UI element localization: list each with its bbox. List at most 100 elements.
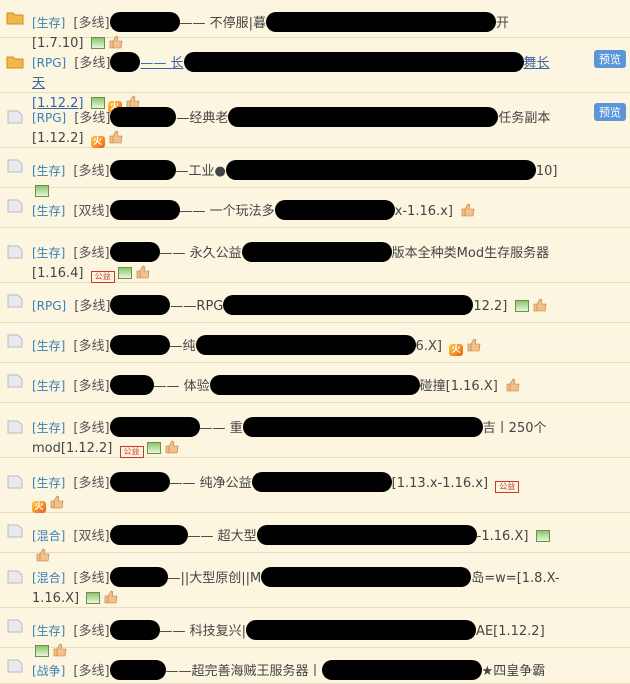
network-tag: [多线] xyxy=(73,664,110,679)
network-tag: [多线] xyxy=(73,246,110,261)
page-icon xyxy=(7,159,23,173)
category-tag[interactable]: [生存] xyxy=(32,204,65,218)
list-item[interactable]: [战争] [多线] ——超完善海贼王服务器丨 ★四皇争霸 xyxy=(0,648,630,684)
category-tag[interactable]: [RPG] xyxy=(32,299,66,313)
server-version[interactable]: 1.16.X] xyxy=(32,591,79,606)
list-item[interactable]: [生存] [多线] —— 永久公益 版本全种类Mod生存服务器 [1.16.4] 公益 xyxy=(0,228,630,283)
server-title-start[interactable]: —— 超大型 xyxy=(188,529,257,544)
redacted-block xyxy=(109,472,170,492)
server-version[interactable]: [1.12.2] xyxy=(32,131,84,146)
list-item[interactable]: [生存] [多线] —— 体验 碰撞[1.16.X] xyxy=(0,363,630,403)
server-title-start[interactable]: —— 长 xyxy=(140,56,183,71)
server-title-end[interactable]: 10] xyxy=(536,164,558,179)
page-icon xyxy=(7,570,23,584)
redacted-block xyxy=(321,660,482,680)
server-title-start[interactable]: —— 永久公益 xyxy=(160,246,242,261)
server-title-end[interactable]: 碰撞[1.16.X] xyxy=(420,379,498,394)
list-item[interactable]: [生存] [多线] —— 重 吉丨250个 mod[1.12.2] 公益 xyxy=(0,403,630,458)
thumbs-up-icon xyxy=(104,590,118,604)
server-title-end[interactable]: 12.2] xyxy=(473,299,507,314)
network-tag: [多线] xyxy=(74,56,111,71)
category-tag[interactable]: [生存] xyxy=(32,339,65,353)
network-tag: [多线] xyxy=(74,111,111,126)
list-item[interactable]: [RPG] [多线] —— 长舞长天 [1.12.2] 火 预览 xyxy=(0,38,630,113)
category-tag[interactable]: [RPG] xyxy=(32,111,66,125)
page-icon xyxy=(7,659,23,673)
list-item[interactable]: [生存] [多线] —— 科技复兴| AE[1.12.2] xyxy=(0,608,630,657)
category-tag[interactable]: [生存] xyxy=(32,421,65,435)
redacted-block xyxy=(225,160,536,180)
list-item[interactable]: [生存] [多线] —— 纯净公益 [1.13.x-1.16.x] 公益 火 xyxy=(0,458,630,513)
redacted-block xyxy=(251,472,392,492)
category-tag[interactable]: [混合] xyxy=(32,529,65,543)
server-title-start[interactable]: ——RPG xyxy=(170,299,223,314)
list-item[interactable]: [混合] [双线] —— 超大型 -1.16.X] xyxy=(0,513,630,562)
server-title-start[interactable]: —纯 xyxy=(170,339,196,354)
server-title-end[interactable]: AE[1.12.2] xyxy=(476,624,545,639)
thumbs-up-icon xyxy=(109,130,122,144)
server-title-end[interactable]: ★四皇争霸 xyxy=(482,664,546,679)
network-tag: [多线] xyxy=(73,476,110,491)
list-item[interactable]: [生存] [多线] —— 不停服|暮 开[1.7.10] xyxy=(0,0,630,51)
list-item[interactable]: [生存] [多线] —纯 6.X] 火 xyxy=(0,323,630,363)
page-icon xyxy=(7,245,23,259)
list-item[interactable]: [生存] [多线] —工业● 10] xyxy=(0,148,630,197)
network-tag: [多线] xyxy=(73,379,110,394)
server-title-end[interactable]: 岛=w=[1.8.X- xyxy=(471,571,559,586)
page-icon xyxy=(7,475,23,489)
thumbs-up-icon xyxy=(506,378,520,392)
server-title-end[interactable]: [1.13.x-1.16.x] xyxy=(392,476,488,491)
thumbs-up-icon xyxy=(50,495,64,509)
page-icon xyxy=(7,334,23,348)
server-title-start[interactable]: —— 一个玩法多 xyxy=(180,204,275,219)
server-title-start[interactable]: —经典老 xyxy=(176,111,228,126)
category-tag[interactable]: [混合] xyxy=(32,571,65,585)
server-title-start[interactable]: —— 重 xyxy=(200,421,243,436)
server-title-end[interactable]: 吉丨250个 xyxy=(483,421,547,436)
preview-button[interactable]: 预览 xyxy=(594,103,626,121)
redacted-block xyxy=(109,660,166,680)
server-title-start[interactable]: —— 不停服|暮 xyxy=(180,16,267,31)
category-tag[interactable]: [生存] xyxy=(32,624,65,638)
network-tag: [双线] xyxy=(73,204,110,219)
server-title-link[interactable]: —— 长 xyxy=(140,56,183,71)
server-title-start[interactable]: —||大型原创||M xyxy=(168,571,262,586)
server-title-start[interactable]: ——超完善海贼王服务器丨 xyxy=(166,664,322,679)
preview-button[interactable]: 预览 xyxy=(594,50,626,68)
redacted-block xyxy=(109,160,176,180)
server-title-end[interactable]: -1.16.X] xyxy=(477,529,529,544)
thumbs-up-icon xyxy=(165,440,178,454)
network-tag: [多线] xyxy=(73,16,110,31)
hot-icon: 火 xyxy=(90,136,105,148)
category-tag[interactable]: [生存] xyxy=(32,164,65,178)
thumbs-up-icon xyxy=(533,298,546,312)
category-tag[interactable]: [RPG] xyxy=(32,56,66,70)
server-title-start[interactable]: —— 科技复兴| xyxy=(160,624,247,639)
network-tag: [多线] xyxy=(73,624,110,639)
category-tag[interactable]: [生存] xyxy=(32,246,65,260)
category-tag[interactable]: [战争] xyxy=(32,664,65,678)
thumbs-up-icon xyxy=(136,265,149,279)
server-title-end[interactable]: 6.X] xyxy=(416,339,442,354)
category-tag[interactable]: [生存] xyxy=(32,476,65,490)
public-welfare-badge: 公益 xyxy=(90,271,115,283)
server-title-start[interactable]: —工业● xyxy=(176,164,226,179)
list-item[interactable]: [RPG] [多线] ——RPG 12.2] xyxy=(0,283,630,323)
server-version[interactable]: [1.16.4] xyxy=(32,266,84,281)
server-title-start[interactable]: —— 纯净公益 xyxy=(170,476,252,491)
page-icon xyxy=(7,420,23,434)
redacted-block xyxy=(109,12,180,32)
redacted-block xyxy=(109,335,170,355)
list-item[interactable]: [混合] [多线] —||大型原创||M 岛=w=[1.8.X- 1.16.X] xyxy=(0,553,630,608)
server-version[interactable]: mod[1.12.2] xyxy=(32,441,112,456)
category-tag[interactable]: [生存] xyxy=(32,379,65,393)
folder-open-icon xyxy=(6,56,24,69)
list-item[interactable]: [RPG] [多线] —经典老 任务副本 [1.12.2] 火 预览 xyxy=(0,93,630,148)
server-title-start[interactable]: —— 体验 xyxy=(154,379,210,394)
server-title-end[interactable]: 版本全种类Mod生存服务器 xyxy=(392,246,549,261)
list-item[interactable]: [生存] [双线] —— 一个玩法多 x-1.16.x] xyxy=(0,188,630,228)
category-tag[interactable]: [生存] xyxy=(32,16,65,30)
server-title-end[interactable]: x-1.16.x] xyxy=(395,204,453,219)
thumbs-up-icon xyxy=(467,338,481,352)
server-title-end[interactable]: 任务副本 xyxy=(498,111,550,126)
